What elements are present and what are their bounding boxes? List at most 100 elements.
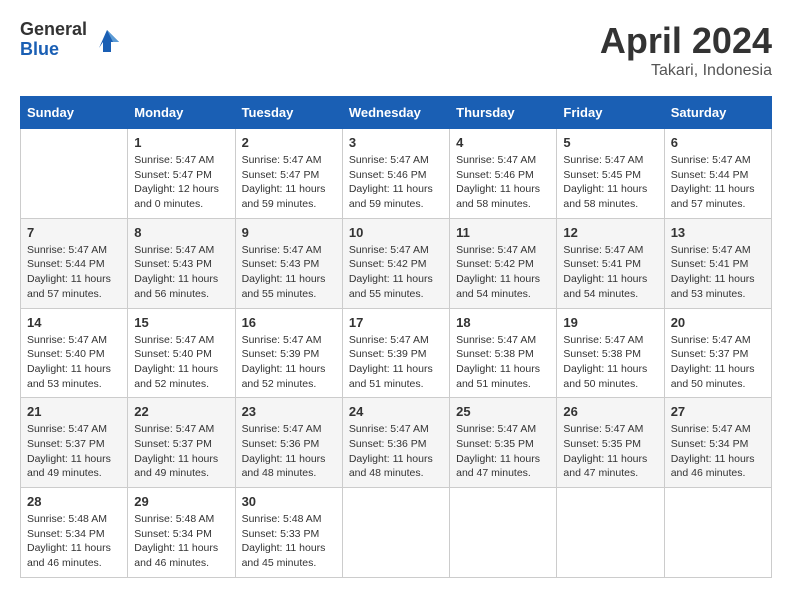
logo: General Blue [20,20,123,60]
calendar-cell [664,488,771,578]
day-info: Sunrise: 5:47 AM Sunset: 5:37 PM Dayligh… [671,333,765,392]
day-number: 19 [563,315,657,330]
day-info: Sunrise: 5:47 AM Sunset: 5:47 PM Dayligh… [242,153,336,212]
day-number: 10 [349,225,443,240]
day-info: Sunrise: 5:47 AM Sunset: 5:42 PM Dayligh… [349,243,443,302]
day-info: Sunrise: 5:47 AM Sunset: 5:36 PM Dayligh… [242,422,336,481]
header-tuesday: Tuesday [235,97,342,129]
day-number: 17 [349,315,443,330]
weekday-header-row: Sunday Monday Tuesday Wednesday Thursday… [21,97,772,129]
day-info: Sunrise: 5:47 AM Sunset: 5:39 PM Dayligh… [349,333,443,392]
day-info: Sunrise: 5:47 AM Sunset: 5:35 PM Dayligh… [563,422,657,481]
day-number: 13 [671,225,765,240]
calendar-cell: 15 Sunrise: 5:47 AM Sunset: 5:40 PM Dayli… [128,308,235,398]
day-info: Sunrise: 5:47 AM Sunset: 5:37 PM Dayligh… [134,422,228,481]
day-number: 12 [563,225,657,240]
week-row-2: 7Sunrise: 5:47 AM Sunset: 5:44 PM Daylig… [21,218,772,308]
calendar-cell: 17 Sunrise: 5:47 AM Sunset: 5:39 PM Dayli… [342,308,449,398]
day-number: 18 [456,315,550,330]
day-info: Sunrise: 5:48 AM Sunset: 5:34 PM Dayligh… [134,512,228,571]
day-number: 15 [134,315,228,330]
day-info: Sunrise: 5:47 AM Sunset: 5:40 PM Dayligh… [134,333,228,392]
day-info: Sunrise: 5:47 AM Sunset: 5:37 PM Dayligh… [27,422,121,481]
day-number: 22 [134,404,228,419]
header-sunday: Sunday [21,97,128,129]
week-row-5: 28 Sunrise: 5:48 AM Sunset: 5:34 PM Dayli… [21,488,772,578]
calendar-cell: 18Sunrise: 5:47 AM Sunset: 5:38 PM Dayli… [450,308,557,398]
week-row-4: 21 Sunrise: 5:47 AM Sunset: 5:37 PM Dayli… [21,398,772,488]
logo-icon [91,24,123,56]
day-number: 7 [27,225,121,240]
day-number: 30 [242,494,336,509]
day-info: Sunrise: 5:47 AM Sunset: 5:44 PM Dayligh… [671,153,765,212]
day-info: Sunrise: 5:48 AM Sunset: 5:34 PM Dayligh… [27,512,121,571]
calendar-cell: 5 Sunrise: 5:47 AM Sunset: 5:45 PM Daylig… [557,129,664,219]
day-info: Sunrise: 5:47 AM Sunset: 5:46 PM Dayligh… [456,153,550,212]
calendar-cell: 1 Sunrise: 5:47 AM Sunset: 5:47 PM Daylig… [128,129,235,219]
week-row-1: 1 Sunrise: 5:47 AM Sunset: 5:47 PM Daylig… [21,129,772,219]
day-number: 16 [242,315,336,330]
day-info: Sunrise: 5:47 AM Sunset: 5:34 PM Dayligh… [671,422,765,481]
calendar-cell: 2 Sunrise: 5:47 AM Sunset: 5:47 PM Daylig… [235,129,342,219]
day-info: Sunrise: 5:47 AM Sunset: 5:43 PM Dayligh… [242,243,336,302]
day-info: Sunrise: 5:47 AM Sunset: 5:46 PM Dayligh… [349,153,443,212]
calendar-cell: 4 Sunrise: 5:47 AM Sunset: 5:46 PM Daylig… [450,129,557,219]
day-number: 2 [242,135,336,150]
calendar-cell: 16 Sunrise: 5:47 AM Sunset: 5:39 PM Dayli… [235,308,342,398]
calendar-cell [21,129,128,219]
calendar-cell: 29 Sunrise: 5:48 AM Sunset: 5:34 PM Dayli… [128,488,235,578]
calendar-cell: 8 Sunrise: 5:47 AM Sunset: 5:43 PM Daylig… [128,218,235,308]
day-info: Sunrise: 5:47 AM Sunset: 5:36 PM Dayligh… [349,422,443,481]
calendar-cell: 30 Sunrise: 5:48 AM Sunset: 5:33 PM Dayli… [235,488,342,578]
calendar-cell: 13 Sunrise: 5:47 AM Sunset: 5:41 PM Dayli… [664,218,771,308]
header-thursday: Thursday [450,97,557,129]
calendar-cell: 22 Sunrise: 5:47 AM Sunset: 5:37 PM Dayli… [128,398,235,488]
calendar-cell: 21 Sunrise: 5:47 AM Sunset: 5:37 PM Dayli… [21,398,128,488]
calendar-cell: 26 Sunrise: 5:47 AM Sunset: 5:35 PM Dayli… [557,398,664,488]
day-number: 9 [242,225,336,240]
header-monday: Monday [128,97,235,129]
title-section: April 2024 Takari, Indonesia [600,20,772,80]
day-number: 21 [27,404,121,419]
day-number: 5 [563,135,657,150]
day-number: 29 [134,494,228,509]
header-friday: Friday [557,97,664,129]
day-info: Sunrise: 5:47 AM Sunset: 5:47 PM Dayligh… [134,153,228,212]
calendar-cell [342,488,449,578]
day-number: 14 [27,315,121,330]
calendar-cell: 10 Sunrise: 5:47 AM Sunset: 5:42 PM Dayli… [342,218,449,308]
day-info: Sunrise: 5:47 AM Sunset: 5:38 PM Dayligh… [563,333,657,392]
location: Takari, Indonesia [600,62,772,80]
day-number: 28 [27,494,121,509]
header-saturday: Saturday [664,97,771,129]
day-info: Sunrise: 5:48 AM Sunset: 5:33 PM Dayligh… [242,512,336,571]
day-info: Sunrise: 5:47 AM Sunset: 5:43 PM Dayligh… [134,243,228,302]
calendar-cell: 12Sunrise: 5:47 AM Sunset: 5:41 PM Dayli… [557,218,664,308]
day-info: Sunrise: 5:47 AM Sunset: 5:39 PM Dayligh… [242,333,336,392]
day-number: 27 [671,404,765,419]
day-info: Sunrise: 5:47 AM Sunset: 5:41 PM Dayligh… [671,243,765,302]
calendar-cell: 3 Sunrise: 5:47 AM Sunset: 5:46 PM Daylig… [342,129,449,219]
calendar-cell: 11Sunrise: 5:47 AM Sunset: 5:42 PM Dayli… [450,218,557,308]
day-number: 4 [456,135,550,150]
logo-general-text: General [20,20,87,40]
day-info: Sunrise: 5:47 AM Sunset: 5:40 PM Dayligh… [27,333,121,392]
day-number: 8 [134,225,228,240]
calendar-cell: 6Sunrise: 5:47 AM Sunset: 5:44 PM Daylig… [664,129,771,219]
calendar-cell [557,488,664,578]
day-number: 26 [563,404,657,419]
calendar-cell [450,488,557,578]
calendar-cell: 9 Sunrise: 5:47 AM Sunset: 5:43 PM Daylig… [235,218,342,308]
calendar-cell: 19 Sunrise: 5:47 AM Sunset: 5:38 PM Dayli… [557,308,664,398]
day-info: Sunrise: 5:47 AM Sunset: 5:45 PM Dayligh… [563,153,657,212]
calendar-cell: 23Sunrise: 5:47 AM Sunset: 5:36 PM Dayli… [235,398,342,488]
day-number: 20 [671,315,765,330]
calendar-cell: 27 Sunrise: 5:47 AM Sunset: 5:34 PM Dayli… [664,398,771,488]
day-number: 3 [349,135,443,150]
header-wednesday: Wednesday [342,97,449,129]
month-title: April 2024 [600,20,772,62]
day-info: Sunrise: 5:47 AM Sunset: 5:35 PM Dayligh… [456,422,550,481]
day-number: 11 [456,225,550,240]
calendar-cell: 14 Sunrise: 5:47 AM Sunset: 5:40 PM Dayli… [21,308,128,398]
day-number: 1 [134,135,228,150]
